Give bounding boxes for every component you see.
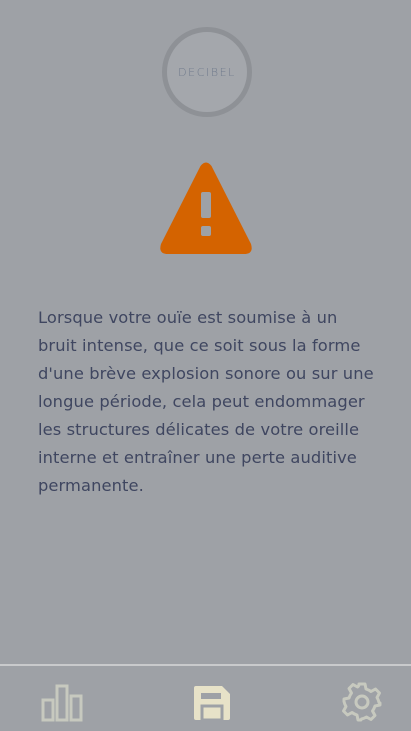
tab-stats[interactable]: [40, 680, 84, 724]
tab-settings[interactable]: [340, 680, 384, 724]
gear-icon: [342, 682, 382, 722]
bottom-tab-bar: [0, 664, 411, 731]
app-logo: DECIBEL: [162, 27, 252, 117]
warning-triangle-icon: [160, 162, 252, 254]
hearing-warning-message: Lorsque votre ouïe est soumise à un brui…: [38, 308, 374, 495]
bar-chart-icon: [41, 684, 83, 722]
logo-text: DECIBEL: [178, 65, 236, 79]
tab-save[interactable]: [190, 680, 234, 724]
save-icon: [194, 686, 230, 722]
